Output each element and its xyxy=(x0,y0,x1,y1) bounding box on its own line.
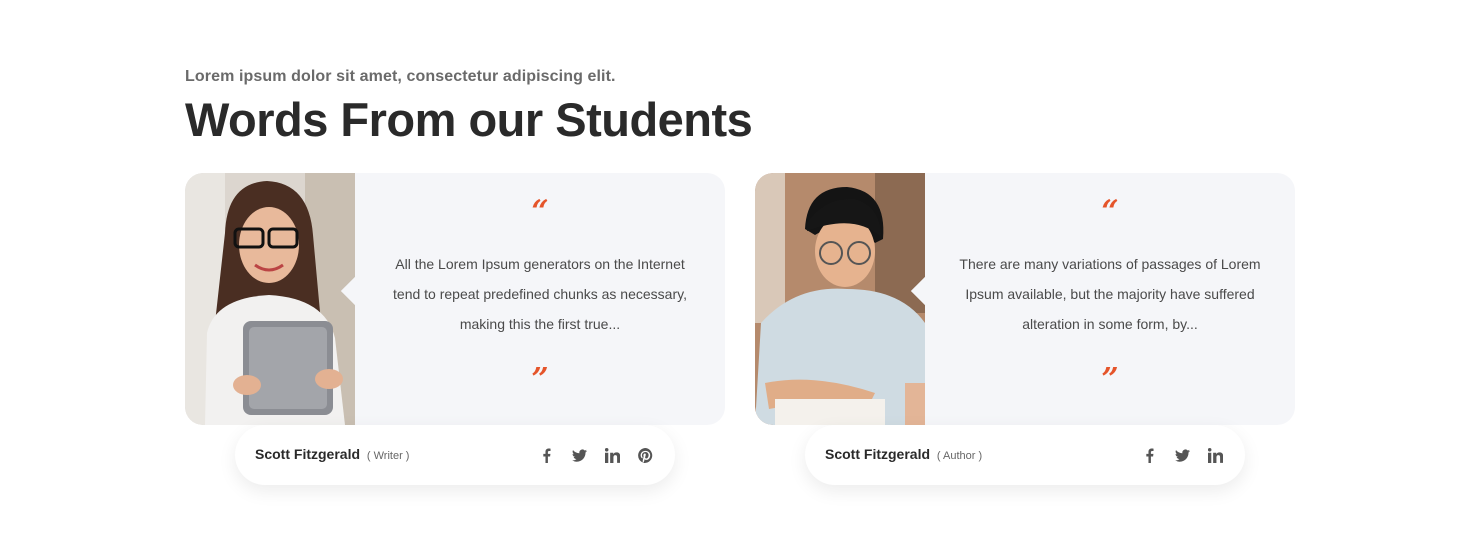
testimonial-card: “ There are many variations of passages … xyxy=(755,173,1295,485)
facebook-icon[interactable] xyxy=(534,443,558,467)
author-bar: Scott Fitzgerald ( Writer ) xyxy=(235,425,675,485)
author-bar: Scott Fitzgerald ( Author ) xyxy=(805,425,1245,485)
testimonial-card: “ All the Lorem Ipsum generators on the … xyxy=(185,173,725,485)
author-name: Scott Fitzgerald xyxy=(825,446,931,462)
twitter-icon[interactable] xyxy=(567,443,591,467)
testimonial-box: “ There are many variations of passages … xyxy=(755,173,1295,425)
student-man-studying-photo xyxy=(755,173,925,425)
testimonial-text: There are many variations of passages of… xyxy=(959,256,1261,332)
author-name: Scott Fitzgerald xyxy=(255,446,361,462)
quote-close-icon: ” xyxy=(1101,362,1119,397)
social-links xyxy=(1128,443,1227,467)
author-role: ( Writer ) xyxy=(366,450,410,462)
facebook-icon[interactable] xyxy=(1137,443,1161,467)
author-info: Scott Fitzgerald ( Writer ) xyxy=(255,446,409,462)
author-info: Scott Fitzgerald ( Author ) xyxy=(825,446,982,462)
student-photo xyxy=(185,173,355,425)
testimonials-section: Lorem ipsum dolor sit amet, consectetur … xyxy=(185,0,1295,543)
testimonial-box: “ All the Lorem Ipsum generators on the … xyxy=(185,173,725,425)
author-role: ( Author ) xyxy=(936,450,983,462)
social-links xyxy=(525,443,657,467)
testimonial-text: All the Lorem Ipsum generators on the In… xyxy=(393,256,687,332)
quote-area: “ All the Lorem Ipsum generators on the … xyxy=(355,173,725,425)
quote-close-icon: ” xyxy=(531,362,549,397)
linkedin-icon[interactable] xyxy=(1203,443,1227,467)
twitter-icon[interactable] xyxy=(1170,443,1194,467)
section-subtitle: Lorem ipsum dolor sit amet, consectetur … xyxy=(185,68,616,85)
quote-open-icon: “ xyxy=(531,194,549,229)
student-photo xyxy=(755,173,925,425)
pinterest-icon[interactable] xyxy=(633,443,657,467)
student-woman-with-tablet-photo xyxy=(185,173,355,425)
quote-area: “ There are many variations of passages … xyxy=(925,173,1295,425)
quote-open-icon: “ xyxy=(1101,194,1119,229)
section-title: Words From our Students xyxy=(185,93,753,146)
linkedin-icon[interactable] xyxy=(600,443,624,467)
